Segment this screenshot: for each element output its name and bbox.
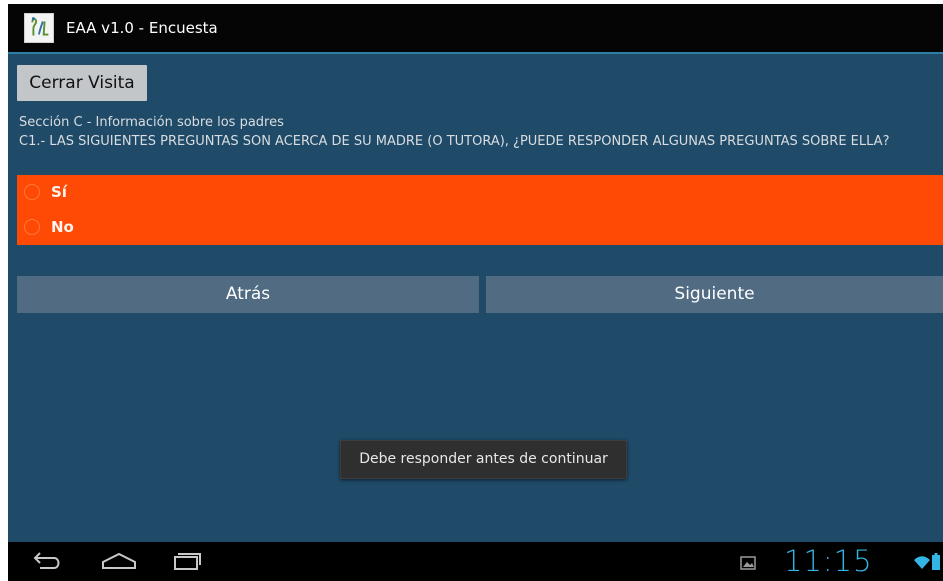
device-screen: EAA v1.0 - Encuesta Cerrar Visita Secció… <box>8 4 943 581</box>
back-icon[interactable] <box>30 550 64 574</box>
question-text: C1.- LAS SIGUIENTES PREGUNTAS SON ACERCA… <box>19 134 890 149</box>
wifi-icon <box>914 555 930 569</box>
app-title: EAA v1.0 - Encuesta <box>66 19 218 37</box>
next-button[interactable]: Siguiente <box>486 276 943 313</box>
option-label: No <box>51 218 74 236</box>
answer-options: Sí No <box>17 175 943 245</box>
option-no[interactable]: No <box>17 210 943 245</box>
radio-button-icon[interactable] <box>24 184 40 200</box>
action-bar: EAA v1.0 - Encuesta <box>8 4 943 52</box>
back-button[interactable]: Atrás <box>17 276 479 313</box>
gallery-notification-icon[interactable] <box>740 555 756 570</box>
toast-message: Debe responder antes de continuar <box>340 440 627 479</box>
option-si[interactable]: Sí <box>17 175 943 210</box>
battery-icon <box>932 553 940 570</box>
recent-apps-icon[interactable] <box>169 550 203 574</box>
section-title: Sección C - Información sobre los padres <box>19 115 284 130</box>
option-label: Sí <box>51 183 67 201</box>
radio-button-icon[interactable] <box>24 219 40 235</box>
system-navigation-bar: 11:15 <box>8 542 943 581</box>
app-logo-icon <box>24 13 54 43</box>
home-icon[interactable] <box>100 550 138 574</box>
close-visit-button[interactable]: Cerrar Visita <box>17 65 147 101</box>
survey-content: Cerrar Visita Sección C - Información so… <box>8 54 943 542</box>
clock: 11:15 <box>784 544 873 578</box>
